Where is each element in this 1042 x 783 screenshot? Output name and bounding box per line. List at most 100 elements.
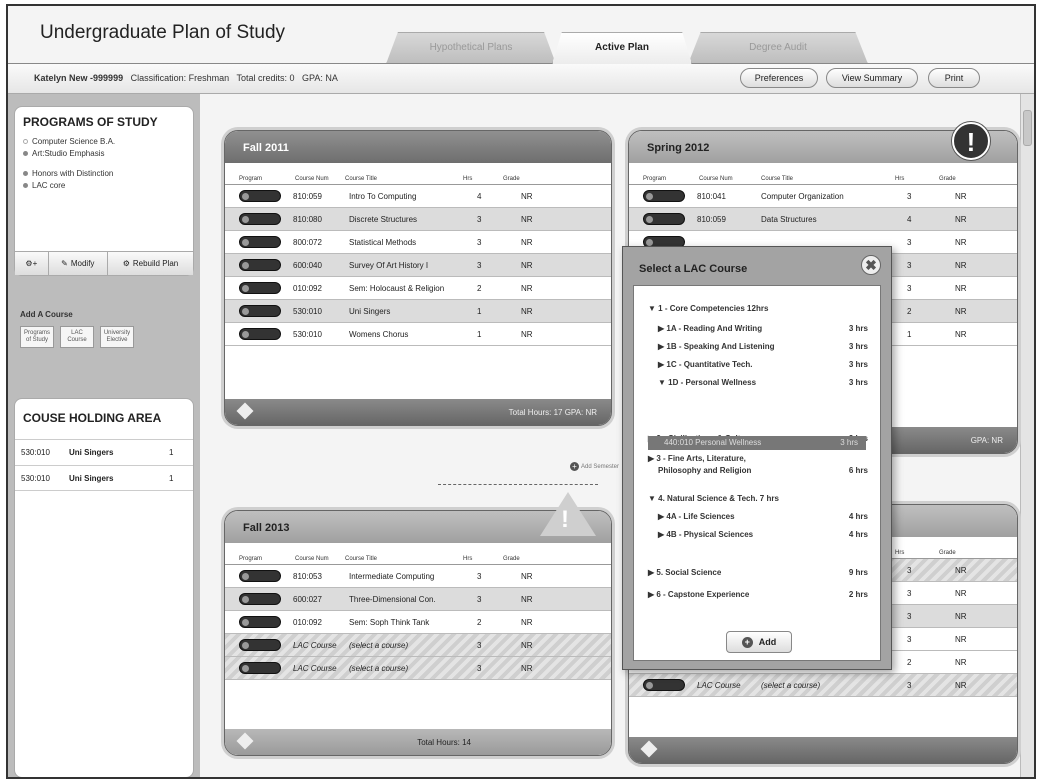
view-summary-button[interactable]: View Summary: [826, 68, 918, 88]
add-elective-button[interactable]: University Elective: [100, 326, 134, 348]
course-hours: 3: [907, 283, 912, 293]
rebuild-plan-button[interactable]: ⚙ Rebuild Plan: [107, 252, 193, 275]
plus-circle-icon: +: [741, 637, 753, 649]
course-title: Data Structures: [761, 214, 817, 224]
lac-tree-item[interactable]: ▼ 1D - Personal Wellness 3 hrs: [658, 378, 868, 387]
course-grade: NR: [955, 634, 967, 644]
program-toggle-icon[interactable]: [643, 679, 685, 691]
add-semester-button[interactable]: + Add Semester: [570, 462, 619, 471]
course-number: 530:010: [293, 329, 322, 339]
course-row[interactable]: 810:059 Data Structures 4 NR: [629, 208, 1017, 231]
program-toggle-icon[interactable]: [239, 305, 281, 317]
lac-tree-item[interactable]: ▶ 4B - Physical Sciences 4 hrs: [658, 530, 868, 539]
course-grade: NR: [521, 571, 533, 581]
course-row[interactable]: 010:092 Sem: Holocaust & Religion 2 NR: [225, 277, 611, 300]
program-item[interactable]: Honors with Distinction: [23, 167, 193, 179]
selected-course[interactable]: 440:010 Personal Wellness 3 hrs: [648, 436, 866, 450]
lac-tree-item[interactable]: ▼ 4. Natural Science & Tech. 7 hrs: [648, 494, 868, 503]
program-item[interactable]: Computer Science B.A.: [23, 135, 193, 147]
semester-footer: [629, 737, 1017, 763]
semester-totals: Total Hours: 14: [417, 738, 471, 747]
app-window: Undergraduate Plan of Study Hypothetical…: [6, 4, 1036, 779]
course-row[interactable]: 600:040 Survey Of Art History I 3 NR: [225, 254, 611, 277]
course-title: Sem: Soph Think Tank: [349, 617, 430, 627]
add-program-course-button[interactable]: Programs of Study: [20, 326, 54, 348]
tab-active-plan[interactable]: Active Plan: [552, 32, 692, 64]
lac-tree-item[interactable]: ▶ 1A - Reading And Writing 3 hrs: [658, 324, 868, 333]
diamond-icon[interactable]: [236, 402, 254, 420]
diamond-icon[interactable]: [236, 732, 254, 750]
preferences-button[interactable]: Preferences: [740, 68, 818, 88]
select-lac-course-dialog: Select a LAC Course ✖ ▼ 1 - Core Compete…: [622, 246, 892, 670]
dialog-title: Select a LAC Course: [639, 263, 748, 275]
programs-panel: PROGRAMS OF STUDY Computer Science B.A. …: [14, 106, 194, 276]
course-number: LAC Course: [293, 663, 337, 673]
course-row[interactable]: LAC Course (select a course) 3 NR: [629, 674, 1017, 697]
semester-totals: GPA: NR: [970, 436, 1003, 445]
tab-hypothetical-plans[interactable]: Hypothetical Plans: [386, 32, 556, 64]
lac-tree-item[interactable]: Philosophy and Religion 6 hrs: [658, 466, 868, 475]
course-row[interactable]: LAC Course (select a course) 3 NR: [225, 657, 611, 680]
scroll-thumb[interactable]: [1023, 110, 1032, 146]
program-toggle-icon[interactable]: [239, 328, 281, 340]
course-title: Intermediate Computing: [349, 571, 435, 581]
modify-button[interactable]: ✎ Modify: [48, 252, 108, 275]
course-row[interactable]: 810:041 Computer Organization 3 NR: [629, 185, 1017, 208]
add-lac-course-button[interactable]: LAC Course: [60, 326, 94, 348]
holding-row[interactable]: 530:010 Uni Singers 1: [15, 439, 193, 465]
program-toggle-icon[interactable]: [239, 259, 281, 271]
course-hours: 3: [907, 237, 912, 247]
print-button[interactable]: Print: [928, 68, 980, 88]
course-number: 810:041: [697, 191, 726, 201]
program-toggle-icon[interactable]: [239, 593, 281, 605]
course-number: 600:027: [293, 594, 322, 604]
course-title: Statistical Methods: [349, 237, 417, 247]
course-row[interactable]: 810:059 Intro To Computing 4 NR: [225, 185, 611, 208]
lac-tree-item[interactable]: ▶ 1B - Speaking And Listening 3 hrs: [658, 342, 868, 351]
student-classification: Classification: Freshman: [130, 73, 230, 83]
course-hours: 3: [907, 260, 912, 270]
lac-tree-item[interactable]: ▶ 5. Social Science 9 hrs: [648, 568, 868, 577]
lac-tree-item[interactable]: ▶ 1C - Quantitative Tech. 3 hrs: [658, 360, 868, 369]
semester-title: Fall 2011: [225, 131, 611, 163]
warning-icon[interactable]: !: [952, 122, 990, 160]
app-title: Undergraduate Plan of Study: [40, 22, 286, 43]
program-item[interactable]: LAC core: [23, 179, 193, 191]
add-course-button[interactable]: + Add: [726, 631, 792, 653]
course-row[interactable]: 600:027 Three-Dimensional Con. 3 NR: [225, 588, 611, 611]
program-toggle-icon[interactable]: [239, 570, 281, 582]
course-number: 810:059: [293, 191, 322, 201]
lac-tree-item[interactable]: ▶ 4A - Life Sciences 4 hrs: [658, 512, 868, 521]
program-toggle-icon[interactable]: [239, 616, 281, 628]
programs-list: Computer Science B.A. Art:Studio Emphasi…: [15, 129, 193, 191]
course-row[interactable]: 530:010 Uni Singers 1 NR: [225, 300, 611, 323]
program-toggle-icon[interactable]: [239, 213, 281, 225]
course-hours: 1: [477, 329, 482, 339]
vertical-scrollbar[interactable]: [1020, 94, 1034, 777]
lac-tree-item[interactable]: ▼ 1 - Core Competencies 12hrs: [648, 304, 868, 313]
program-toggle-icon[interactable]: [239, 282, 281, 294]
tab-degree-audit[interactable]: Degree Audit: [688, 32, 868, 64]
course-row[interactable]: 800:072 Statistical Methods 3 NR: [225, 231, 611, 254]
course-row[interactable]: 810:080 Discrete Structures 3 NR: [225, 208, 611, 231]
programs-title: PROGRAMS OF STUDY: [23, 115, 158, 129]
program-toggle-icon[interactable]: [643, 190, 685, 202]
course-row[interactable]: 010:092 Sem: Soph Think Tank 2 NR: [225, 611, 611, 634]
program-toggle-icon[interactable]: [239, 662, 281, 674]
program-toggle-icon[interactable]: [239, 639, 281, 651]
program-toggle-icon[interactable]: [239, 236, 281, 248]
lac-tree-item[interactable]: ▶ 3 - Fine Arts, Literature,: [648, 454, 868, 463]
course-row[interactable]: 530:010 Womens Chorus 1 NR: [225, 323, 611, 346]
program-toggle-icon[interactable]: [239, 190, 281, 202]
program-item[interactable]: Art:Studio Emphasis: [23, 147, 193, 159]
add-program-button[interactable]: ⚙+: [15, 252, 49, 275]
lac-tree-item[interactable]: ▶ 6 - Capstone Experience 2 hrs: [648, 590, 868, 599]
course-title: Uni Singers: [349, 306, 391, 316]
holding-row[interactable]: 530:010 Uni Singers 1: [15, 465, 193, 491]
course-title: Three-Dimensional Con.: [349, 594, 436, 604]
course-row[interactable]: LAC Course (select a course) 3 NR: [225, 634, 611, 657]
close-icon[interactable]: ✖: [861, 255, 881, 275]
diamond-icon[interactable]: [640, 740, 658, 758]
course-row[interactable]: 810:053 Intermediate Computing 3 NR: [225, 565, 611, 588]
program-toggle-icon[interactable]: [643, 213, 685, 225]
